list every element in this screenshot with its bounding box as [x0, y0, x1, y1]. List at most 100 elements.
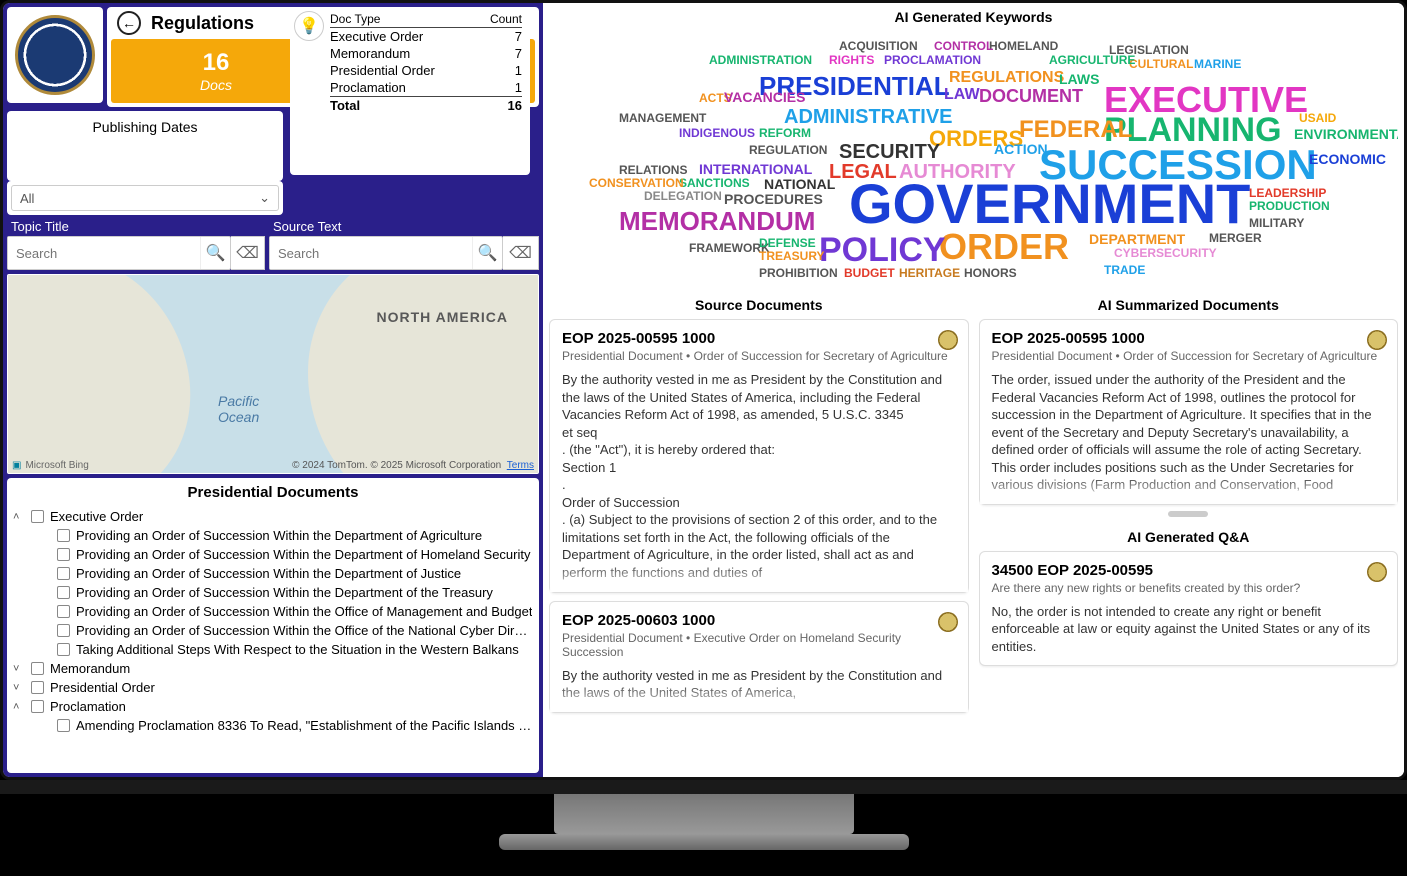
doctype-total-label: Total: [330, 98, 360, 113]
keyword[interactable]: INDIGENOUS: [679, 126, 755, 140]
checkbox[interactable]: [31, 681, 44, 694]
doctype-row[interactable]: Presidential Order1: [330, 62, 522, 79]
doctype-summary: 💡 Doc Type Count Executive Order7Memoran…: [290, 7, 530, 175]
keyword[interactable]: AUTHORITY: [899, 161, 1016, 184]
topic-title-input[interactable]: [8, 237, 200, 269]
document-card[interactable]: EOP 2025-00603 1000Presidential Document…: [549, 601, 969, 713]
keyword[interactable]: VACANCIES: [724, 89, 805, 105]
tree-item-label: Amending Proclamation 8336 To Read, "Est…: [76, 718, 533, 733]
search-icon[interactable]: 🔍: [472, 237, 502, 269]
checkbox[interactable]: [31, 510, 44, 523]
checkbox[interactable]: [57, 643, 70, 656]
keyword[interactable]: TREASURY: [759, 249, 825, 263]
keyword[interactable]: BUDGET: [844, 266, 895, 280]
keyword[interactable]: ORDER: [939, 226, 1069, 268]
keyword[interactable]: HOMELAND: [989, 39, 1058, 53]
tree-item[interactable]: Providing an Order of Succession Within …: [13, 545, 533, 564]
keyword[interactable]: DEPARTMENT: [1089, 231, 1185, 247]
chevron-up-icon: ˄: [13, 511, 25, 523]
clear-source-button[interactable]: ⌫: [503, 236, 539, 270]
tree-item[interactable]: Providing an Order of Succession Within …: [13, 583, 533, 602]
keyword[interactable]: CYBERSECURITY: [1114, 246, 1217, 260]
seal-icon: [938, 612, 958, 632]
keyword[interactable]: LAW: [944, 86, 980, 104]
keyword[interactable]: REFORM: [759, 126, 811, 140]
checkbox[interactable]: [31, 700, 44, 713]
doctype-row[interactable]: Executive Order7: [330, 28, 522, 45]
lightbulb-icon[interactable]: 💡: [294, 11, 324, 41]
keyword[interactable]: LEADERSHIP: [1249, 186, 1326, 200]
checkbox[interactable]: [57, 529, 70, 542]
keyword[interactable]: ADMINISTRATION: [709, 53, 812, 67]
keyword[interactable]: CONTROL: [934, 39, 993, 53]
keyword[interactable]: RIGHTS: [829, 53, 874, 67]
tree-item[interactable]: Providing an Order of Succession Within …: [13, 564, 533, 583]
document-card[interactable]: EOP 2025-00595 1000Presidential Document…: [979, 319, 1399, 505]
keyword[interactable]: CULTURAL: [1129, 57, 1193, 71]
doctype-row[interactable]: Memorandum7: [330, 45, 522, 62]
keyword-wordcloud[interactable]: GOVERNMENTSUCCESSIONEXECUTIVEPLANNINGORD…: [549, 31, 1398, 291]
checkbox[interactable]: [57, 624, 70, 637]
back-button[interactable]: ←: [117, 11, 141, 35]
keyword[interactable]: CONSERVATION: [589, 176, 684, 190]
doctype-row[interactable]: Proclamation1: [330, 79, 522, 96]
keyword[interactable]: RELATIONS: [619, 163, 687, 177]
checkbox[interactable]: [57, 586, 70, 599]
keyword[interactable]: FRAMEWORK: [689, 241, 770, 255]
keyword[interactable]: HONORS: [964, 266, 1017, 280]
keyword[interactable]: MEMORANDUM: [619, 206, 815, 237]
keyword[interactable]: MANAGEMENT: [619, 111, 706, 125]
keyword[interactable]: PROCEDURES: [724, 191, 823, 207]
keyword[interactable]: ACQUISITION: [839, 39, 918, 53]
keyword[interactable]: INTERNATIONAL: [699, 161, 812, 177]
tree-group[interactable]: ˄Executive Order: [13, 507, 533, 526]
checkbox[interactable]: [57, 719, 70, 732]
checkbox[interactable]: [31, 662, 44, 675]
keyword[interactable]: ENVIRONMENTAL: [1294, 126, 1398, 142]
keyword[interactable]: FEDERAL: [1019, 116, 1132, 144]
keyword[interactable]: LAWS: [1059, 71, 1099, 87]
keyword[interactable]: POLICY: [819, 231, 946, 270]
keyword[interactable]: MARINE: [1194, 57, 1241, 71]
checkbox[interactable]: [57, 605, 70, 618]
keyword[interactable]: REGULATIONS: [949, 69, 1064, 87]
tree-item[interactable]: Amending Proclamation 8336 To Read, "Est…: [13, 716, 533, 735]
qa-title: AI Generated Q&A: [979, 529, 1399, 545]
tree-item[interactable]: Providing an Order of Succession Within …: [13, 602, 533, 621]
tree-group[interactable]: ˅Memorandum: [13, 659, 533, 678]
tree-item[interactable]: Taking Additional Steps With Respect to …: [13, 640, 533, 659]
keyword[interactable]: TRADE: [1104, 263, 1145, 277]
keyword[interactable]: PROHIBITION: [759, 266, 838, 280]
tree-item[interactable]: Providing an Order of Succession Within …: [13, 621, 533, 640]
map[interactable]: NORTH AMERICA Pacific Ocean ▣Microsoft B…: [7, 274, 539, 474]
keyword[interactable]: USAID: [1299, 111, 1336, 125]
keyword[interactable]: AGRICULTURE: [1049, 53, 1135, 67]
checkbox[interactable]: [57, 567, 70, 580]
keyword[interactable]: DEFENSE: [759, 236, 816, 250]
keyword[interactable]: REGULATION: [749, 143, 827, 157]
keyword[interactable]: ECONOMIC: [1309, 151, 1386, 167]
keyword[interactable]: PRODUCTION: [1249, 199, 1330, 213]
source-text-input[interactable]: [270, 237, 472, 269]
publishing-dates-select[interactable]: All ⌄: [11, 185, 279, 211]
clear-topic-button[interactable]: ⌫: [231, 236, 265, 270]
keyword[interactable]: NATIONAL: [764, 176, 835, 192]
keyword[interactable]: DOCUMENT: [979, 86, 1083, 107]
keyword[interactable]: LEGAL: [829, 161, 897, 184]
map-terms-link[interactable]: Terms: [507, 460, 534, 471]
keyword[interactable]: SANCTIONS: [679, 176, 750, 190]
checkbox[interactable]: [57, 548, 70, 561]
keyword[interactable]: HERITAGE: [899, 266, 960, 280]
scroll-indicator[interactable]: [1168, 511, 1208, 517]
keyword[interactable]: DELEGATION: [644, 189, 722, 203]
tree-item[interactable]: Providing an Order of Succession Within …: [13, 526, 533, 545]
search-icon[interactable]: 🔍: [200, 237, 230, 269]
keyword[interactable]: PROCLAMATION: [884, 53, 981, 67]
document-card[interactable]: EOP 2025-00595 1000Presidential Document…: [549, 319, 969, 593]
keyword[interactable]: ACTION: [994, 141, 1048, 157]
tree-group[interactable]: ˄Proclamation: [13, 697, 533, 716]
document-card[interactable]: 34500 EOP 2025-00595Are there any new ri…: [979, 551, 1399, 667]
tree-group[interactable]: ˅Presidential Order: [13, 678, 533, 697]
keyword[interactable]: MERGER: [1209, 231, 1262, 245]
keyword[interactable]: MILITARY: [1249, 216, 1304, 230]
